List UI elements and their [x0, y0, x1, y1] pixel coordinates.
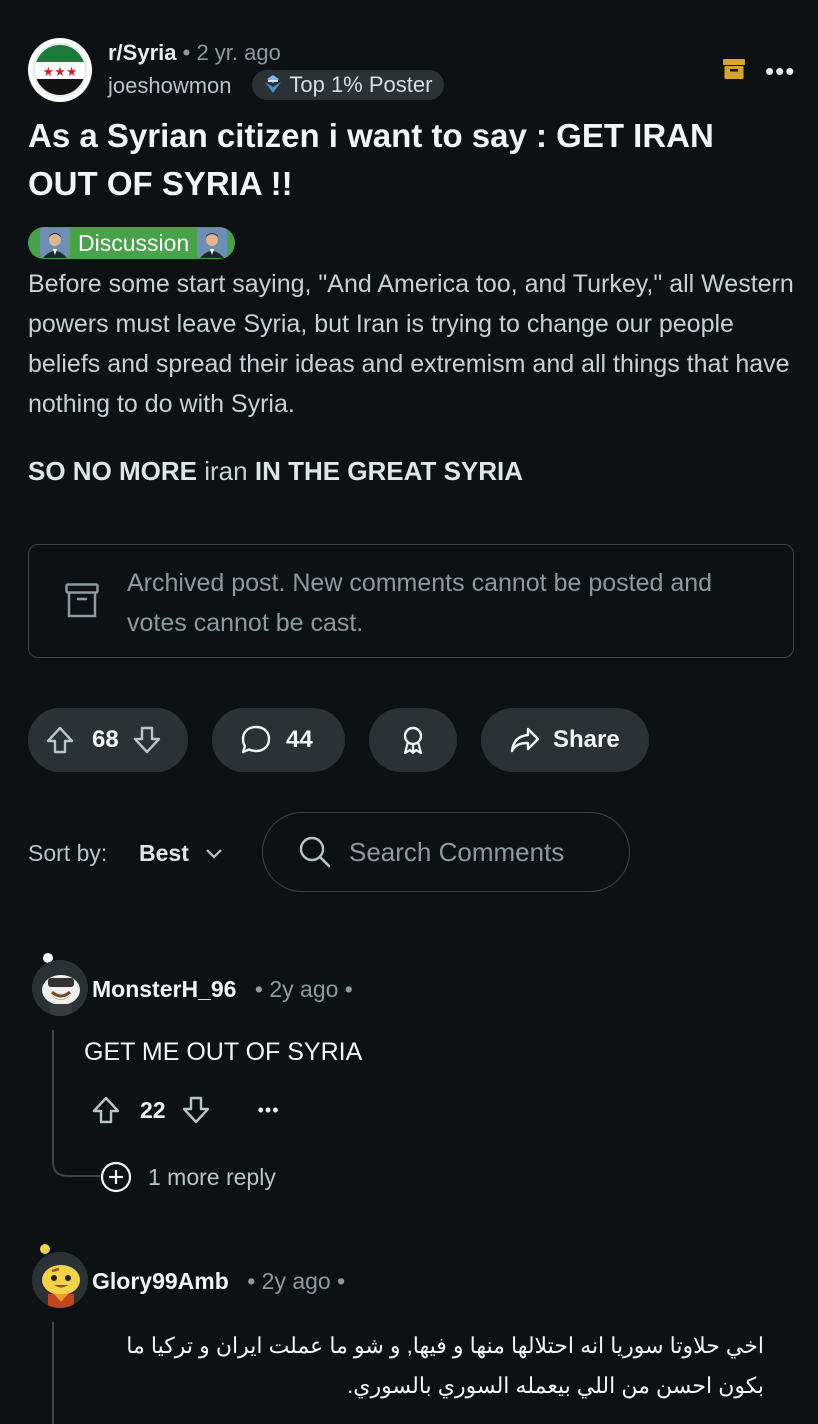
meta-separator: • [254, 976, 263, 1002]
search-icon [299, 836, 331, 868]
sort-value: Best [139, 840, 189, 866]
search-comments-input[interactable]: Search Comments [262, 812, 630, 892]
shout-part-a: SO NO MORE [28, 456, 198, 486]
award-button[interactable] [369, 708, 457, 772]
snoo-avatar-icon [32, 960, 88, 1016]
meta-separator: • [247, 1268, 256, 1294]
meta-separator: • [344, 976, 353, 1002]
share-label: Share [553, 726, 620, 753]
sort-dropdown[interactable]: Best [139, 840, 225, 867]
vote-count: 68 [92, 726, 119, 753]
archived-notice-text: Archived post. New comments cannot be po… [127, 569, 713, 637]
share-button[interactable]: Share [481, 708, 649, 772]
snoo-avatar-icon [32, 1252, 88, 1308]
award-icon [403, 726, 423, 755]
comment-header: Glory99Amb • 2y ago • [92, 1268, 345, 1295]
post-time: 2 yr. ago [196, 40, 281, 65]
avatar[interactable] [32, 960, 88, 1016]
thread-branch [52, 1148, 100, 1177]
syria-flag-icon: ★★★ [29, 39, 91, 101]
archive-box-icon[interactable] [722, 58, 746, 80]
archive-icon [65, 583, 99, 618]
badge-label: Top 1% Poster [289, 72, 433, 97]
search-placeholder: Search Comments [349, 837, 565, 867]
comment-icon [241, 725, 271, 754]
vote-bar: 68 [28, 708, 188, 772]
flair-portrait-icon [40, 228, 70, 258]
upvote-icon[interactable] [44, 724, 76, 756]
comment-text: اخي حلاوتا سوريا انه احتلالها منها و فيه… [126, 1333, 764, 1398]
shout-part-c: IN THE GREAT SYRIA [254, 456, 524, 486]
top-poster-badge: Top 1% Poster [251, 70, 445, 100]
post-meta: r/Syria • 2 yr. ago [108, 40, 281, 66]
post-body: Before some start saying, "And America t… [28, 270, 794, 418]
flair-label: Discussion [78, 229, 190, 256]
more-replies-button[interactable]: 1 more reply [100, 1161, 276, 1193]
comment-text: GET ME OUT OF SYRIA [84, 1038, 363, 1066]
downvote-icon[interactable] [131, 724, 163, 756]
subreddit-avatar[interactable]: ★★★ [28, 38, 92, 102]
add-reply-icon [100, 1161, 132, 1193]
meta-separator: • [337, 1268, 346, 1294]
post-body-emphasis: SO NO MORE iran IN THE GREAT SYRIA [28, 456, 523, 487]
sort-label: Sort by: [28, 840, 108, 866]
comment-vote-count: 22 [140, 1096, 166, 1123]
subreddit-name[interactable]: r/Syria [108, 40, 177, 65]
post-title: As a Syrian citizen i want to say : GET … [28, 117, 714, 202]
comment-time: 2y ago [261, 1268, 331, 1294]
author-line: joeshowmon Top 1% Poster [108, 70, 445, 102]
comment-time: 2y ago [269, 976, 339, 1002]
thread-line[interactable] [52, 1030, 54, 1150]
comment-author[interactable]: Glory99Amb [92, 1268, 229, 1294]
author-name[interactable]: joeshowmon [108, 73, 232, 98]
post-flair[interactable]: Discussion [28, 227, 236, 259]
thread-line[interactable] [52, 1322, 54, 1424]
svg-text:★★★: ★★★ [43, 65, 78, 80]
badge-icon [264, 75, 281, 94]
archived-notice: Archived post. New comments cannot be po… [28, 544, 794, 658]
comment-more-icon[interactable]: ••• [258, 1100, 280, 1121]
upvote-icon[interactable] [90, 1094, 122, 1126]
meta-separator: • [182, 40, 191, 65]
chevron-down-icon [206, 849, 223, 859]
more-icon[interactable]: ••• [765, 56, 795, 87]
comment-header: MonsterH_96 • 2y ago • [92, 976, 353, 1003]
comment-vote-bar: 22 ••• [90, 1094, 280, 1126]
comment-count: 44 [286, 726, 313, 753]
comments-button[interactable]: 44 [212, 708, 345, 772]
avatar[interactable] [32, 1252, 88, 1308]
shout-part-b: iran [204, 456, 248, 486]
share-icon [510, 727, 540, 753]
more-replies-label: 1 more reply [148, 1163, 276, 1190]
downvote-icon[interactable] [180, 1094, 212, 1126]
flair-portrait-icon [197, 228, 228, 258]
comment-author[interactable]: MonsterH_96 [92, 976, 236, 1002]
